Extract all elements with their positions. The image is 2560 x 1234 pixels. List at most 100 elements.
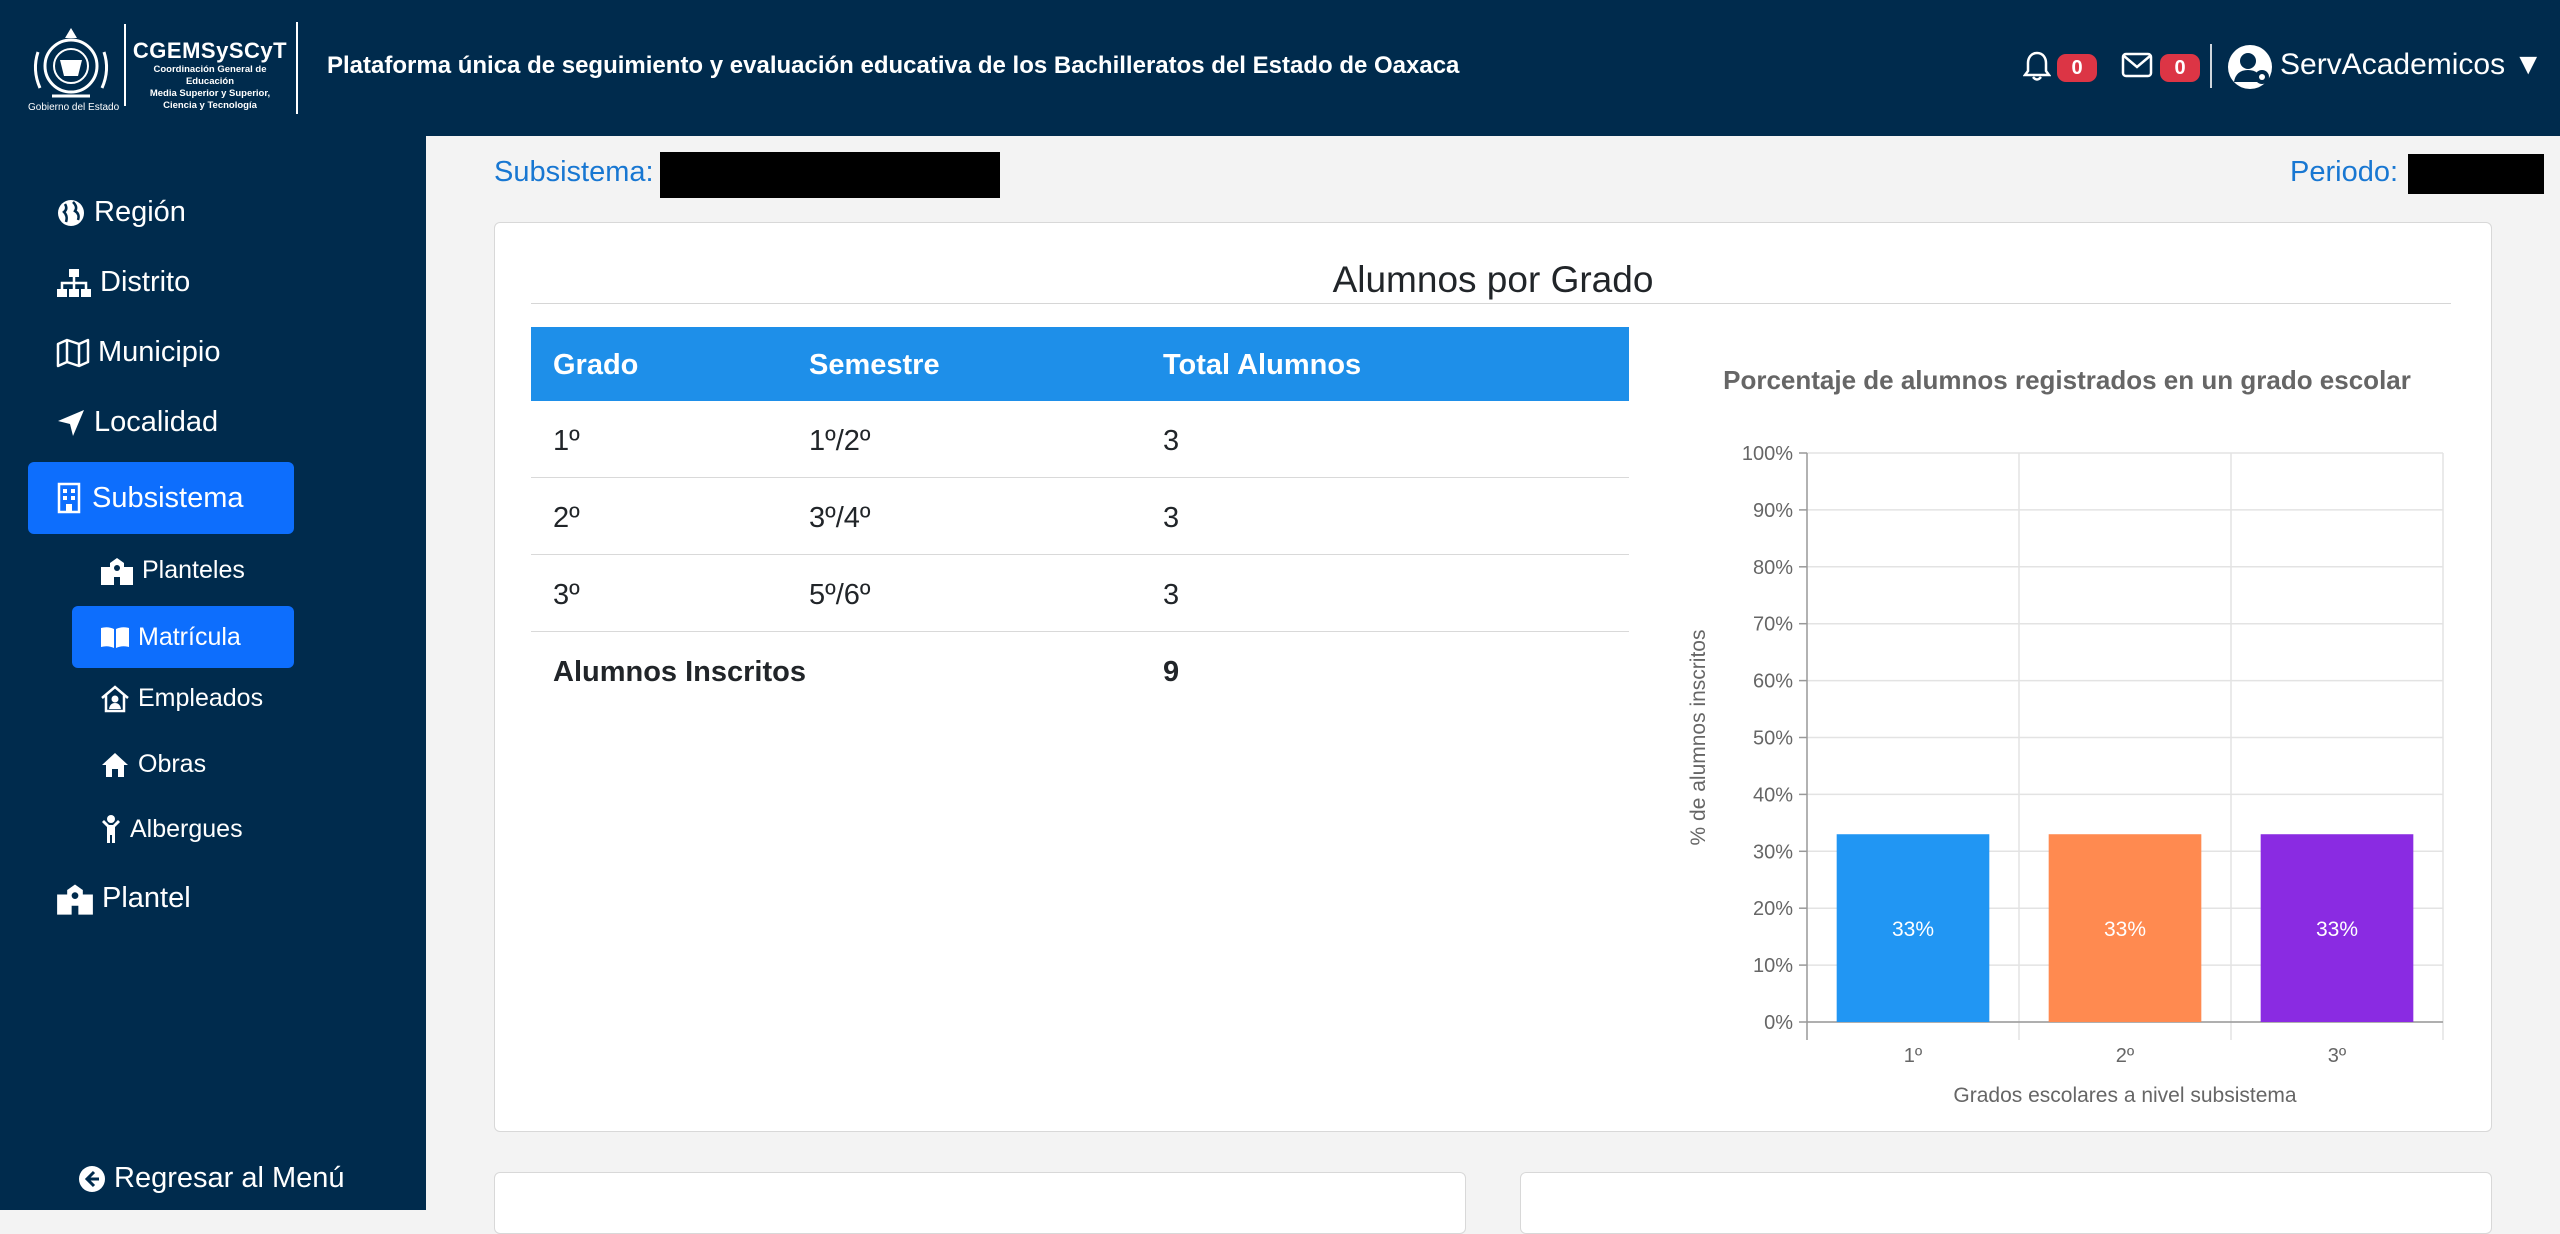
table-cell: 3 [1163,425,1180,457]
user-menu[interactable]: ServAcademicos ▼ [2280,48,2543,82]
logo-subtitle-line: Media Superior y Superior, [149,88,271,99]
sidebar-item-obras[interactable]: Obras [100,750,206,779]
sidebar-item-municipio[interactable]: Municipio [56,336,221,369]
state-crest-icon [33,28,109,98]
card-divider [531,303,2451,304]
sidebar-item-label: Empleados [138,684,264,712]
sidebar-item-label: Albergues [130,814,243,843]
messages-badge[interactable]: 0 [2160,54,2200,82]
logo-subtitle: Coordinación General de Educación Media … [132,64,288,112]
sidebar: Región Distrito Municipio Localidad Subs… [0,136,426,1210]
envelope-icon[interactable] [2121,52,2153,78]
table-row: 2º 3º/4º 3 [531,478,1629,555]
logo-divider [124,24,126,106]
bottom-card-left [494,1172,1466,1234]
sidebar-item-planteles[interactable]: Planteles [100,556,245,585]
logo-acronym: CGEMSySCyT [132,38,288,63]
school-icon [57,883,93,915]
sidebar-item-label: Municipio [98,336,221,368]
column-header: Total Alumnos [1163,349,1362,381]
sidebar-item-label: Localidad [94,406,219,438]
y-tick-label: 40% [1753,784,1793,806]
bottom-card-right [1520,1172,2492,1234]
sidebar-item-label: Distrito [100,266,191,298]
x-tick-label: 1º [1904,1045,1923,1067]
sidebar-item-label: Planteles [142,556,245,584]
periodo-label: Periodo: [2290,156,2399,188]
y-tick-label: 60% [1753,671,1793,693]
sidebar-item-distrito[interactable]: Distrito [56,266,190,299]
sidebar-item-label: Matrícula [138,622,241,651]
platform-title: Plataforma única de seguimiento y evalua… [327,52,1460,79]
total-label: Alumnos Inscritos [553,656,806,688]
sidebar-item-subsistema[interactable]: Subsistema [28,462,294,534]
bar-data-label: 33% [2316,918,2358,941]
home-icon [102,752,128,777]
x-axis-label: Grados escolares a nivel subsistema [1953,1084,2296,1107]
globe-icon [58,199,84,226]
y-tick-label: 20% [1753,898,1793,920]
table-cell: 5º/6º [809,579,871,611]
logo-subtitle-line: Coordinación General de Educación [153,64,267,87]
notifications-badge[interactable]: 0 [2057,54,2097,82]
sidebar-item-label: Obras [138,750,207,778]
table-row: 1º 1º/2º 3 [531,401,1629,478]
building-icon [57,482,81,514]
header-separator [2210,44,2212,88]
user-avatar-icon[interactable] [2227,44,2273,90]
table-header: Grado Semestre Total Alumnos [531,327,1629,401]
bell-icon[interactable] [2023,50,2051,82]
y-tick-label: 30% [1753,841,1793,863]
sidebar-item-label: Subsistema [92,481,244,514]
column-header: Semestre [809,349,940,381]
child-icon [102,815,120,843]
bar-data-label: 33% [1892,918,1934,941]
y-tick-label: 0% [1764,1012,1793,1034]
house-user-icon [101,684,129,712]
y-axis-label: % de alumnos inscritos [1687,630,1710,846]
arrow-circle-left-icon [79,1165,105,1192]
subsistema-value-redacted [660,152,1000,198]
table-cell: 3º/4º [809,502,871,534]
logo-divider [296,22,298,114]
column-header: Grado [553,349,639,381]
sidebar-item-localidad[interactable]: Localidad [56,406,218,439]
map-icon [56,338,90,367]
school-icon [101,557,133,585]
sidebar-item-empleados[interactable]: Empleados [100,684,263,713]
card-title: Alumnos por Grado [1332,259,1654,300]
back-to-menu-label: Regresar al Menú [114,1162,345,1194]
y-tick-label: 50% [1753,728,1793,750]
total-value: 9 [1163,656,1180,688]
sidebar-item-label: Plantel [102,882,191,914]
y-tick-label: 90% [1753,500,1793,522]
location-arrow-icon [58,409,84,436]
bar-data-label: 33% [2104,918,2146,941]
y-tick-label: 100% [1742,443,1793,465]
y-tick-label: 70% [1753,614,1793,636]
x-tick-label: 3º [2328,1045,2347,1067]
book-open-icon [101,627,129,648]
y-tick-label: 80% [1753,557,1793,579]
table-cell: 3 [1163,502,1180,534]
students-by-grade-card: Alumnos por Grado Grado Semestre Total A… [494,222,2492,1132]
table-cell: 2º [553,502,580,534]
subsistema-label: Subsistema: [494,156,654,188]
sidebar-item-plantel[interactable]: Plantel [56,882,191,915]
table-cell: 3 [1163,579,1180,611]
sidebar-item-albergues[interactable]: Albergues [100,814,243,844]
table-total-row: Alumnos Inscritos 9 [531,632,1629,708]
table-cell: 1º [553,425,580,457]
back-to-menu-link[interactable]: Regresar al Menú [78,1162,345,1195]
sidebar-item-matricula[interactable]: Matrícula [72,606,294,668]
x-tick-label: 2º [2116,1045,2135,1067]
logo-subtitle-line: Ciencia y Tecnología [163,100,257,111]
logo-gobierno-text: Gobierno del Estado [28,102,120,113]
sidebar-item-region[interactable]: Región [56,196,186,229]
chart-title: Porcentaje de alumnos registrados en un … [1723,365,2411,395]
y-tick-label: 10% [1753,955,1793,977]
sitemap-icon [57,268,91,297]
table-cell: 1º/2º [809,425,871,457]
table-cell: 3º [553,579,580,611]
grade-percentage-chart: Porcentaje de alumnos registrados en un … [1687,365,2444,1107]
